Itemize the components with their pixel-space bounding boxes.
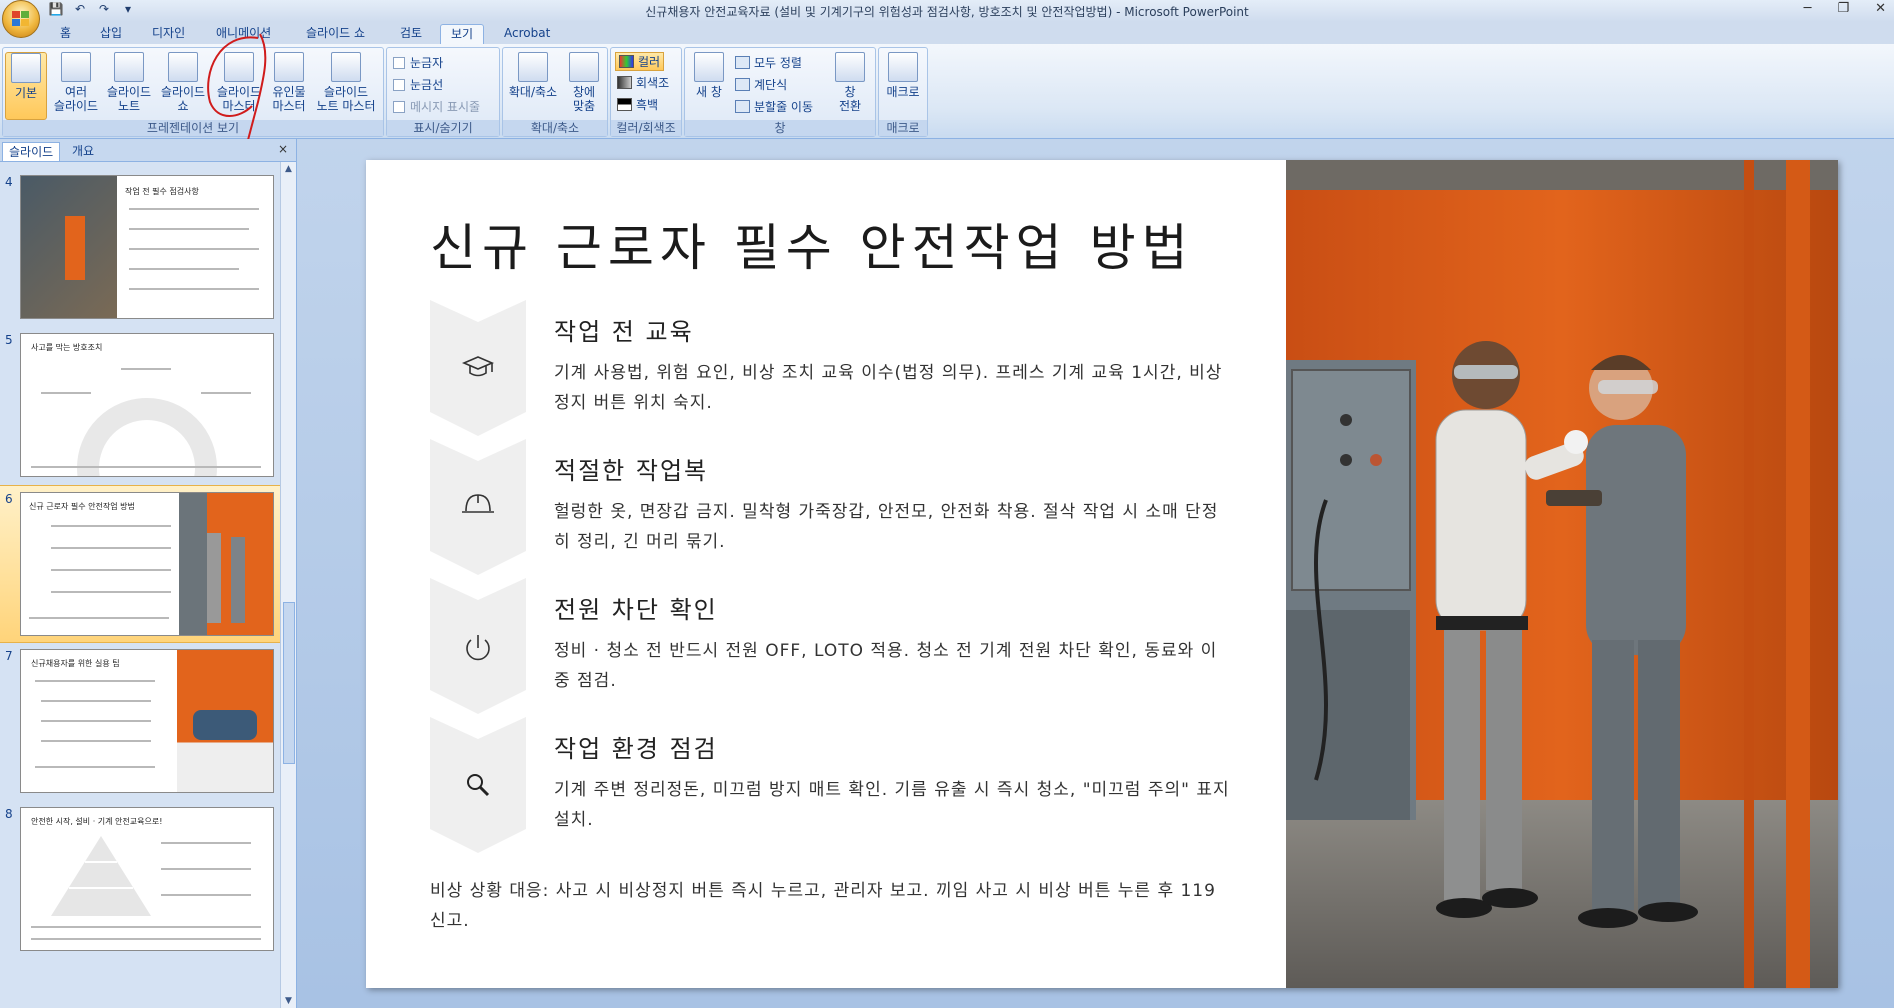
item-title: 적절한 작업복 [554,457,709,485]
item-description: 기계 사용법, 위험 요인, 비상 조치 교육 이수(법정 의무). 프레스 기… [554,363,1223,413]
ribbon: 기본 여러 슬라이드 슬라이드 노트 슬라이드 쇼 슬라이드 마스터 유인물 마… [0,33,1894,141]
slide-title[interactable]: 신규 근로자 필수 안전작업 방법 [430,208,1194,280]
slide-thumbnail-7[interactable]: 7 신규채용자를 위한 실용 팁 [0,643,280,799]
office-logo-icon [12,11,30,27]
slides-panel: 슬라이드 개요 × 4 작업 전 필수 점검사항 5 사고를 막는 방호조치 6 [0,139,297,1008]
current-slide[interactable]: 신규 근로자 필수 안전작업 방법 작업 전 교육 기계 사용법, 위험 요인,… [366,160,1838,988]
panel-tabs: 슬라이드 개요 × [0,139,296,162]
notes-master-icon [331,52,361,82]
group-window: 새 창 모두 정렬 계단식 분할줄 이동 창 전환 창 [684,47,876,137]
slide-thumbnail-5[interactable]: 5 사고를 막는 방호조치 [0,327,280,483]
split-icon [735,100,750,113]
tab-review[interactable]: 검토 [390,24,432,43]
color-button[interactable]: 컬러 [615,52,665,71]
group-label: 표시/숨기기 [387,120,499,136]
notes-master-button[interactable]: 슬라이드 노트 마스터 [311,52,381,113]
list-item: 전원 차단 확인 정비 · 청소 전 반드시 전원 OFF, LOTO 적용. … [430,578,1230,714]
message-bar-checkbox: 메시지 표시줄 [393,98,480,115]
group-color-grayscale: 컬러 회색조 흑백 컬러/회색조 [610,47,682,137]
grayscale-button[interactable]: 회색조 [617,74,669,91]
new-window-button[interactable]: 새 창 [687,52,731,99]
arrange-icon [735,56,750,69]
black-white-button[interactable]: 흑백 [617,96,658,113]
emergency-note: 비상 상황 대응: 사고 시 비상정지 버튼 즉시 누르고, 관리자 보고. 끼… [430,881,1216,931]
arrange-all-button[interactable]: 모두 정렬 [735,54,802,71]
item-description: 헐렁한 옷, 면장갑 금지. 밀착형 가죽장갑, 안전모, 안전화 착용. 절삭… [554,502,1219,552]
slide-thumbnail-4[interactable]: 4 작업 전 필수 점검사항 [0,169,280,325]
cascade-button[interactable]: 계단식 [735,76,787,93]
switch-windows-icon [835,52,865,82]
item-title: 전원 차단 확인 [554,596,718,624]
switch-windows-button[interactable]: 창 전환 [829,52,871,113]
list-item: 작업 환경 점검 기계 주변 정리정돈, 미끄럼 방지 매트 확인. 기름 유출… [430,717,1230,853]
notes-page-icon [114,52,144,82]
panel-scrollbar[interactable]: ▲ ▼ [280,162,296,1008]
minimize-button[interactable]: ─ [1804,1,1812,16]
list-item: 작업 전 교육 기계 사용법, 위험 요인, 비상 조치 교육 이수(법정 의무… [430,300,1230,436]
slide-thumbnail-8[interactable]: 8 안전한 시작, 설비 · 기계 안전교육으로! [0,801,280,957]
tab-view[interactable]: 보기 [440,24,485,44]
grayscale-swatch-icon [617,76,632,89]
group-zoom: 확대/축소 창에 맞춤 확대/축소 [502,47,608,137]
tab-outline[interactable]: 개요 [66,142,100,160]
group-label: 매크로 [879,120,927,136]
chevron-shape [430,300,526,436]
group-label: 창 [685,120,875,136]
maximize-button[interactable]: ❐ [1837,1,1849,16]
red-annotation-mark [207,33,267,141]
group-show-hide: 눈금자 눈금선 메시지 표시줄 표시/숨기기 [386,47,500,137]
chevron-shape [430,717,526,853]
item-description: 기계 주변 정리정돈, 미끄럼 방지 매트 확인. 기름 유출 시 즉시 청소,… [554,780,1230,830]
close-button[interactable]: ✕ [1875,1,1886,16]
close-panel-button[interactable]: × [278,142,288,156]
new-window-icon [694,52,724,82]
fit-to-window-button[interactable]: 창에 맞춤 [565,52,603,113]
scroll-thumb[interactable] [283,602,295,764]
scroll-up-icon[interactable]: ▲ [281,164,296,174]
notes-page-button[interactable]: 슬라이드 노트 [103,52,155,113]
zoom-button[interactable]: 확대/축소 [505,52,561,99]
magnifier-icon [518,52,548,82]
fit-window-icon [569,52,599,82]
macro-icon [888,52,918,82]
macros-button[interactable]: 매크로 [881,52,925,99]
office-button[interactable] [2,0,40,38]
tab-slideshow[interactable]: 슬라이드 쇼 [296,24,375,43]
group-label: 확대/축소 [503,120,607,136]
bw-swatch-icon [617,98,632,111]
group-macro: 매크로 매크로 [878,47,928,137]
tab-insert[interactable]: 삽입 [90,24,132,43]
chevron-shape [430,578,526,714]
chevron-shape [430,439,526,575]
color-swatch-icon [619,55,634,68]
thumb-pyramid [51,836,151,916]
slide-sorter-button[interactable]: 여러 슬라이드 [51,52,101,113]
slide-thumbnail-6[interactable]: 6 신규 근로자 필수 안전작업 방법 [0,485,280,643]
tab-home[interactable]: 홈 [50,24,81,43]
scroll-down-icon[interactable]: ▼ [281,996,296,1006]
normal-view-icon [11,53,41,83]
window-title: 신규채용자 안전교육자료 (설비 및 기계기구의 위험성과 점검사항, 방호조치… [645,5,1249,19]
item-title: 작업 환경 점검 [554,735,718,763]
group-label: 컬러/회색조 [611,120,681,136]
item-title: 작업 전 교육 [554,318,694,346]
ruler-checkbox[interactable]: 눈금자 [393,54,443,71]
slide-sorter-icon [61,52,91,82]
workers-photo[interactable] [1286,160,1838,988]
move-split-button[interactable]: 분할줄 이동 [735,98,813,115]
thumb-photo [179,493,273,635]
normal-view-button[interactable]: 기본 [5,52,47,120]
tab-slides[interactable]: 슬라이드 [2,142,61,161]
window-controls: ─ ❐ ✕ [1804,1,1886,16]
title-bar: 💾 ↶ ↷ ▾ 신규채용자 안전교육자료 (설비 및 기계기구의 위험성과 점검… [0,0,1894,38]
cascade-icon [735,78,750,91]
item-description: 정비 · 청소 전 반드시 전원 OFF, LOTO 적용. 청소 전 기계 전… [554,641,1218,691]
list-item: 적절한 작업복 헐렁한 옷, 면장갑 금지. 밀착형 가죽장갑, 안전모, 안전… [430,439,1230,575]
gridlines-checkbox[interactable]: 눈금선 [393,76,443,93]
tab-acrobat[interactable]: Acrobat [494,24,560,43]
